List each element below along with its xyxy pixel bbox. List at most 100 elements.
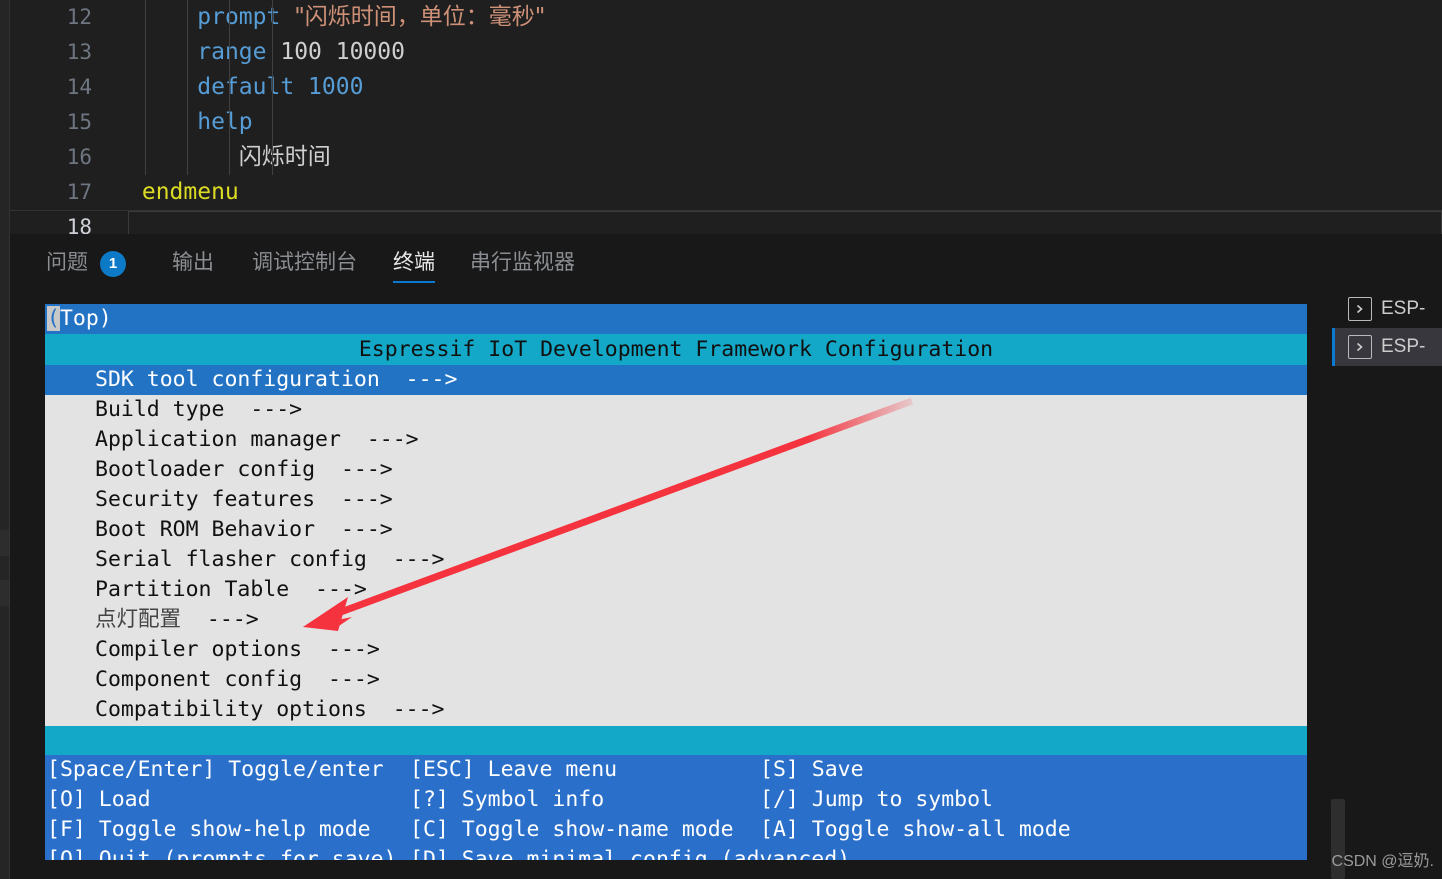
menuconfig-item[interactable]: Bootloader config ---> — [45, 455, 1307, 485]
menuconfig-item-label: Component config — [95, 667, 303, 692]
terminal-chevron-icon — [1348, 335, 1372, 359]
panel-tab-2[interactable]: 输出 — [172, 234, 214, 292]
panel-tab-1[interactable]: 问题 1 — [46, 234, 126, 292]
line-number: 16 — [66, 145, 92, 169]
indent-guide — [272, 140, 273, 175]
menuconfig-item-label: Boot ROM Behavior — [95, 517, 316, 542]
menuconfig-item[interactable]: Security features ---> — [45, 485, 1307, 515]
menuconfig-item-arrow: ---> — [379, 367, 458, 392]
menuconfig-item-label: SDK tool configuration — [95, 367, 380, 392]
line-number: 14 — [66, 75, 92, 99]
menuconfig-item-arrow: ---> — [366, 697, 445, 722]
menuconfig-item[interactable]: Build type ---> — [45, 395, 1307, 425]
line-number: 13 — [66, 40, 92, 64]
menuconfig-help-entry: [ESC] Leave menu — [410, 757, 618, 782]
editor-row-separator — [10, 210, 1442, 211]
panel-tab-label: 调试控制台 — [252, 251, 357, 274]
line-number: 12 — [66, 5, 92, 29]
menuconfig-item-label: Partition Table — [95, 577, 290, 602]
menuconfig-item-label: Serial flasher config — [95, 547, 367, 572]
menuconfig-help-entry: [D] Save minimal config (advanced) — [410, 847, 851, 860]
code-text: help — [197, 105, 252, 140]
vscode-window: 12 prompt "闪烁时间，单位：毫秒" 13 range 100 10000 14… — [0, 0, 1442, 879]
code-token: 100 10000 — [266, 39, 405, 65]
code-token: prompt — [197, 4, 281, 30]
menuconfig-item[interactable]: Component config ---> — [45, 665, 1307, 695]
terminal-list-item-label: ESP- — [1381, 336, 1426, 357]
menuconfig-item[interactable]: Boot ROM Behavior ---> — [45, 515, 1307, 545]
menuconfig-help-entry: [A] Toggle show-all mode — [760, 817, 1071, 842]
code-line: 15 help — [10, 105, 1442, 140]
menuconfig-item-label: Application manager — [95, 427, 341, 452]
csdn-watermark: CSDN @逗奶. — [1331, 853, 1434, 870]
menuconfig-item[interactable]: Application manager ---> — [45, 425, 1307, 455]
code-token: "闪烁时间，单位：毫秒" — [294, 4, 546, 30]
terminal-cursor: ( — [47, 306, 60, 331]
panel-tab-3[interactable]: 调试控制台 — [252, 234, 357, 292]
code-lines: 12 prompt "闪烁时间，单位：毫秒" 13 range 100 10000 14… — [10, 0, 1442, 234]
line-number: 15 — [66, 110, 92, 134]
terminal-list-item[interactable]: ESP- — [1332, 290, 1442, 328]
panel-tab-label: 输出 — [172, 251, 214, 274]
line-number: 17 — [66, 180, 92, 204]
menuconfig-item-label: Security features — [95, 487, 316, 512]
menuconfig-item[interactable]: SDK tool configuration ---> — [45, 365, 1307, 395]
menuconfig-title: Espressif IoT Development Framework Conf… — [45, 334, 1307, 365]
code-text: default 1000 — [197, 70, 363, 105]
menuconfig-help-row: [F] Toggle show-help mode [C] Toggle show… — [45, 815, 1307, 845]
menuconfig-item[interactable]: Partition Table ---> — [45, 575, 1307, 605]
code-text: prompt "闪烁时间，单位：毫秒" — [197, 0, 545, 35]
terminal-chevron-icon — [1348, 297, 1372, 321]
menuconfig-item-arrow: ---> — [315, 487, 393, 512]
menuconfig-item[interactable]: Serial flasher config ---> — [45, 545, 1307, 575]
code-token: range — [197, 39, 267, 65]
panel-tab-5[interactable]: 串行监视器 — [470, 234, 575, 292]
code-token: 1000 — [308, 74, 364, 100]
menuconfig-item-label: Compatibility options — [95, 697, 367, 722]
menuconfig-item-arrow: ---> — [340, 427, 419, 452]
indent-guide — [187, 0, 188, 175]
menuconfig-help-entry: [O] Load — [47, 787, 151, 812]
bottom-panel: 问题 1 输出 调试控制台 终端 串行监视器 (Top) Espressif IoT De… — [10, 234, 1442, 879]
menuconfig-help-entry: [Space/Enter] Toggle/enter — [47, 757, 384, 782]
terminal-instance-list[interactable]: ESP- ESP- — [1332, 290, 1442, 366]
menuconfig-item-arrow: ---> — [181, 607, 259, 632]
menuconfig-item[interactable]: 点灯配置 ---> — [45, 605, 1307, 635]
menuconfig-separator — [45, 726, 1307, 755]
menuconfig-help-row: [O] Load [?] Symbol info [/] Jump to symbo… — [45, 785, 1307, 815]
menuconfig-terminal[interactable]: (Top) Espressif IoT Development Framewor… — [45, 304, 1307, 860]
menuconfig-item-arrow: ---> — [224, 397, 303, 422]
menuconfig-item[interactable]: Compiler options ---> — [45, 635, 1307, 665]
code-text: 闪烁时间 — [239, 140, 331, 175]
active-tab-underline — [393, 281, 435, 283]
menuconfig-help-entry: [S] Save — [760, 757, 864, 782]
line-number: 18 — [66, 215, 92, 234]
panel-tab-label: 终端 — [393, 251, 435, 274]
menuconfig-item[interactable]: Compatibility options ---> — [45, 695, 1307, 725]
code-line: 13 range 100 10000 — [10, 35, 1442, 70]
menuconfig-help-entry: [?] Symbol info — [410, 787, 605, 812]
menuconfig-item-selected-inner: SDK tool configuration ---> — [45, 365, 457, 395]
menuconfig-item-arrow: ---> — [302, 667, 380, 692]
panel-tab-4[interactable]: 终端 — [393, 234, 435, 292]
panel-tab-label: 串行监视器 — [470, 251, 575, 274]
menuconfig-item-arrow: ---> — [315, 517, 393, 542]
code-token: default — [197, 74, 295, 100]
menuconfig-item-arrow: ---> — [315, 457, 393, 482]
code-editor[interactable]: 12 prompt "闪烁时间，单位：毫秒" 13 range 100 10000 14… — [10, 0, 1442, 234]
menuconfig-item-label: 点灯配置 — [95, 607, 182, 632]
menuconfig-top-label: (Top) — [47, 304, 112, 334]
menuconfig-top-rest: Top) — [59, 306, 112, 331]
menuconfig-help-row: [Space/Enter] Toggle/enter [ESC] Leave me… — [45, 755, 1307, 785]
menuconfig-item-list[interactable]: SDK tool configuration ---> Build type --… — [45, 365, 1307, 726]
indent-guide — [145, 0, 146, 175]
menuconfig-top-bar: (Top) — [45, 304, 1307, 334]
code-line: 16 闪烁时间 — [10, 140, 1442, 175]
menuconfig-item-label: Compiler options — [95, 637, 303, 662]
panel-tab-label: 问题 — [46, 251, 88, 274]
code-token: endmenu — [141, 179, 239, 205]
terminal-list-item[interactable]: ESP- — [1332, 328, 1442, 366]
menuconfig-help-entry: [F] Toggle show-help mode — [47, 817, 371, 842]
